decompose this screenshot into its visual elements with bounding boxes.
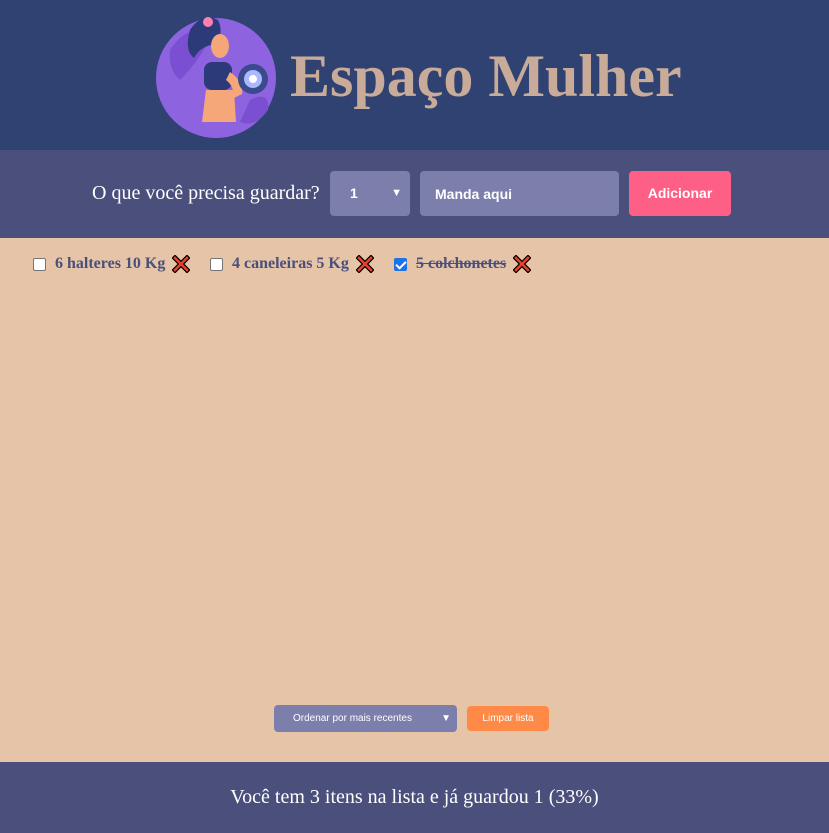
clear-list-button[interactable]: Limpar lista	[467, 706, 549, 731]
order-select[interactable]: Ordenar por mais recentes ▼	[274, 705, 457, 732]
item-label: 6 halteres 10 Kg	[55, 255, 166, 272]
item-label: 5 colchonetes	[416, 255, 507, 272]
form-label: O que você precisa guardar?	[92, 182, 320, 204]
woman-lifting-dumbbell-icon	[156, 17, 276, 138]
chevron-down-icon: ▼	[441, 713, 451, 724]
add-button[interactable]: Adicionar	[629, 171, 731, 216]
footer-stats: Você tem 3 itens na lista e já guardou 1…	[0, 762, 829, 833]
delete-icon[interactable]	[513, 255, 532, 273]
item-label: 4 caneleiras 5 Kg	[232, 255, 349, 272]
item-checkbox[interactable]	[394, 257, 407, 271]
header: Espaço Mulher	[0, 0, 829, 150]
app-title: Espaço Mulher	[290, 43, 682, 109]
item-list: 6 halteres 10 Kg 4 caneleiras 5 Kg 5 col…	[0, 250, 829, 280]
quantity-select[interactable]: 1 ▼	[330, 171, 410, 216]
delete-icon[interactable]	[355, 255, 374, 273]
list-item: 4 caneleiras 5 Kg	[210, 250, 374, 278]
order-value: Ordenar por mais recentes	[293, 713, 412, 724]
list-controls: Ordenar por mais recentes ▼ Limpar lista	[0, 705, 829, 733]
item-checkbox[interactable]	[210, 257, 223, 271]
list-item: 6 halteres 10 Kg	[33, 250, 191, 278]
item-name-input[interactable]	[420, 171, 619, 216]
quantity-value: 1	[350, 185, 358, 201]
item-checkbox[interactable]	[33, 257, 46, 271]
list-item: 5 colchonetes	[394, 250, 532, 278]
chevron-down-icon: ▼	[391, 187, 402, 199]
delete-icon[interactable]	[172, 255, 191, 273]
